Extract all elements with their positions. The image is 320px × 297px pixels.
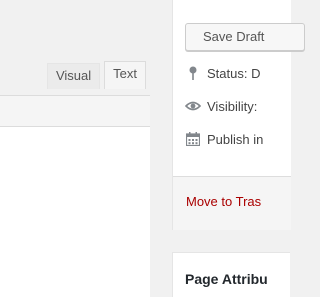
tab-text[interactable]: Text	[104, 61, 146, 89]
editor-area: Visual Text	[0, 0, 150, 297]
save-draft-button[interactable]: Save Draft	[185, 23, 305, 51]
status-row: Status: D	[185, 64, 260, 82]
editor-content-area[interactable]	[0, 127, 150, 297]
publish-minor-actions: Save Draft Status: D Visibility: Publish…	[173, 0, 305, 176]
editor-toolbar	[0, 95, 150, 127]
move-to-trash-link[interactable]: Move to Tras	[186, 194, 261, 209]
editor-mode-tabs: Visual Text	[43, 61, 146, 89]
status-label: Status: D	[207, 65, 261, 81]
publish-box: Save Draft Status: D Visibility: Publish…	[172, 0, 305, 230]
publish-major-actions: Move to Tras	[173, 176, 291, 230]
pin-icon	[185, 65, 201, 81]
editor-tabs-bar: Visual Text	[0, 0, 150, 95]
publish-schedule-row: Publish in	[185, 130, 263, 148]
tab-visual[interactable]: Visual	[46, 63, 101, 89]
publish-label: Publish in	[207, 131, 264, 147]
page-attributes-title[interactable]: Page Attribu	[185, 271, 268, 287]
calendar-icon	[185, 131, 201, 147]
visibility-label: Visibility:	[207, 98, 258, 114]
page-attributes-box: Page Attribu	[172, 252, 290, 297]
eye-icon	[185, 98, 201, 114]
sidebar: Save Draft Status: D Visibility: Publish…	[172, 0, 305, 297]
visibility-row: Visibility:	[185, 97, 257, 115]
